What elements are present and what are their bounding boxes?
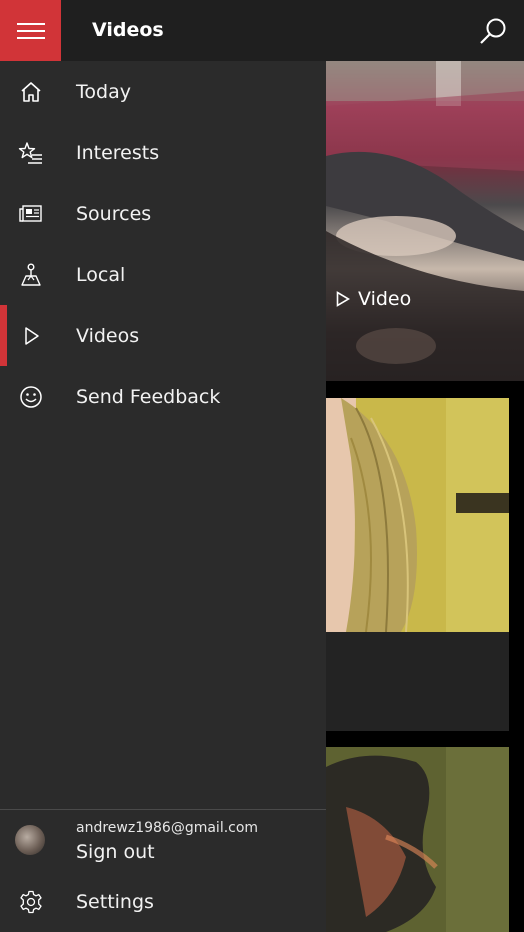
- nav-item-sources[interactable]: Sources: [0, 183, 326, 244]
- navigation-pane: Today Interests Sources Local Videos Sen…: [0, 61, 326, 932]
- video-thumbnail: [326, 61, 524, 381]
- nav-item-videos[interactable]: Videos: [0, 305, 326, 366]
- nav-item-interests[interactable]: Interests: [0, 122, 326, 183]
- nav-item-today[interactable]: Today: [0, 61, 326, 122]
- video-thumbnail: [326, 398, 509, 731]
- nav-item-label: Today: [76, 80, 131, 103]
- search-icon: [480, 18, 506, 44]
- divider: [0, 809, 326, 810]
- search-button[interactable]: [478, 16, 508, 46]
- hamburger-icon: [16, 22, 45, 39]
- nav-item-label: Settings: [76, 890, 154, 913]
- account-email: andrewz1986@gmail.com: [76, 820, 259, 836]
- nav-item-label: Sources: [76, 202, 152, 225]
- play-icon: [25, 327, 39, 345]
- person-pin-icon: [21, 263, 41, 286]
- top-bar: Videos: [0, 0, 524, 61]
- video-badge: Video: [336, 288, 411, 310]
- video-thumbnail: [326, 747, 509, 932]
- nav-item-label: Interests: [76, 141, 160, 164]
- nav-item-settings[interactable]: Settings: [0, 871, 326, 932]
- nav-item-label: Local: [76, 263, 126, 286]
- nav-item-label: Videos: [76, 324, 140, 347]
- video-card[interactable]: Video: [326, 61, 524, 381]
- smiley-icon: [20, 386, 42, 408]
- video-feed[interactable]: Video: [326, 61, 524, 932]
- nav-item-local[interactable]: Local: [0, 244, 326, 305]
- avatar: [15, 825, 45, 855]
- newspaper-icon: [19, 205, 42, 222]
- nav-item-label: Send Feedback: [76, 385, 221, 408]
- selection-indicator: [0, 305, 7, 366]
- play-icon: [336, 291, 350, 307]
- sign-out-link[interactable]: Sign out: [76, 841, 155, 863]
- video-badge-label: Video: [358, 288, 412, 310]
- gear-icon: [20, 890, 42, 914]
- nav-item-send-feedback[interactable]: Send Feedback: [0, 366, 326, 427]
- hamburger-button[interactable]: [0, 0, 61, 61]
- page-title: Videos: [92, 19, 164, 41]
- home-icon: [21, 82, 41, 102]
- video-card[interactable]: [326, 398, 509, 731]
- star-list-icon: [18, 142, 42, 164]
- video-card[interactable]: [326, 747, 509, 932]
